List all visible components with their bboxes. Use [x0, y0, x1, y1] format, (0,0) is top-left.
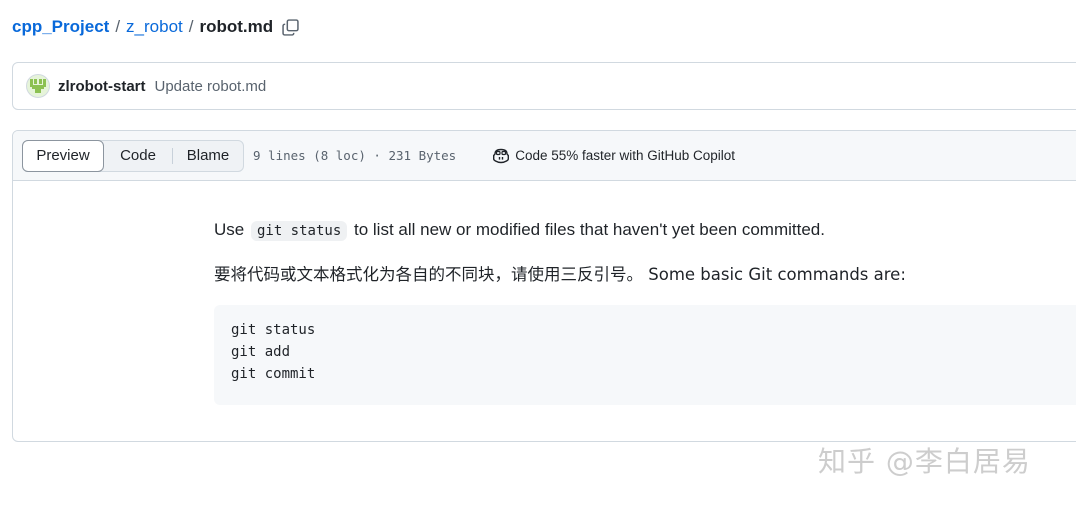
view-mode-toggle: Preview Code Blame — [22, 139, 244, 172]
breadcrumb-separator: / — [115, 17, 121, 36]
copy-icon — [281, 18, 299, 36]
commit-message-link[interactable]: Update robot.md — [155, 78, 267, 95]
copy-path-button[interactable] — [279, 16, 301, 38]
markdown-preview: Use git status to list all new or modifi… — [214, 211, 1076, 406]
tab-code[interactable]: Code — [104, 141, 172, 171]
watermark: 知乎 @李白居易 — [818, 445, 1031, 478]
page: cpp_Project / z_robot / robot.md zlrobot… — [0, 0, 1076, 505]
code-block: git status git add git commit — [214, 305, 1076, 406]
markdown-paragraph: Use git status to list all new or modifi… — [214, 217, 1076, 243]
breadcrumb: cpp_Project / z_robot / robot.md — [12, 14, 301, 40]
breadcrumb-current-file: robot.md — [199, 17, 274, 36]
paragraph-text: Use — [214, 220, 245, 239]
file-size-info: 9 lines (8 loc) · 231 Bytes — [253, 148, 457, 163]
copilot-icon — [492, 148, 510, 164]
author-avatar[interactable] — [26, 74, 50, 98]
tab-preview[interactable]: Preview — [22, 139, 104, 172]
inline-code: git status — [250, 221, 348, 241]
breadcrumb-folder-link[interactable]: z_robot — [126, 17, 183, 37]
code-line: git status — [231, 322, 316, 339]
copilot-promo-text: Code 55% faster with GitHub Copilot — [515, 148, 736, 163]
code-line: git add — [231, 344, 291, 361]
tab-blame[interactable]: Blame — [173, 141, 243, 171]
paragraph-text: to list all new or modified files that h… — [354, 220, 825, 239]
markdown-paragraph: 要将代码或文本格式化为各自的不同块，请使用三反引号。 Some basic Gi… — [214, 264, 906, 284]
copilot-promo-link[interactable]: Code 55% faster with GitHub Copilot — [492, 148, 735, 164]
file-viewer: Preview Code Blame 9 lines (8 loc) · 231… — [12, 130, 1076, 442]
latest-commit-bar: zlrobot-start Update robot.md — [12, 62, 1076, 110]
file-header: Preview Code Blame 9 lines (8 loc) · 231… — [13, 131, 1076, 181]
breadcrumb-separator: / — [188, 17, 194, 36]
commit-author-link[interactable]: zlrobot-start — [58, 78, 146, 95]
code-line: git commit — [231, 366, 316, 383]
identicon-avatar — [30, 79, 46, 93]
breadcrumb-repo-link[interactable]: cpp_Project — [12, 17, 109, 37]
